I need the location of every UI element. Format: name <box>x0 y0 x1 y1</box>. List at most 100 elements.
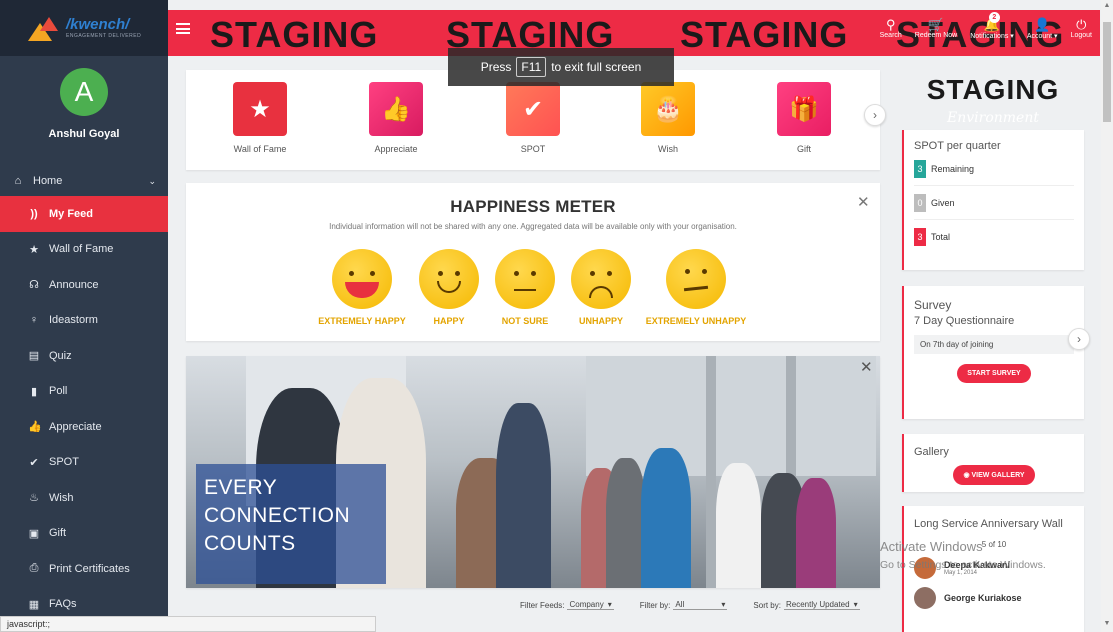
logout-label: Logout <box>1070 32 1092 39</box>
sidebar-item-my-feed[interactable]: )) My Feed <box>0 196 168 232</box>
sidebar-item-label: Gift <box>49 527 67 540</box>
sidebar-item-appreciate[interactable]: 👍 Appreciate <box>0 409 168 445</box>
caret-down-icon: ▾ <box>721 600 726 609</box>
quick-action-wish[interactable]: 🎂 Wish <box>618 82 718 154</box>
account-button[interactable]: 👤 Account ▾ <box>1027 18 1058 41</box>
gift-icon: ▣ <box>28 527 40 540</box>
face-label: UNHAPPY <box>578 316 623 326</box>
user-name[interactable]: Anshul Goyal <box>49 128 120 140</box>
fullscreen-toast: Press F11 to exit full screen <box>448 48 674 86</box>
sidebar-item-label: Home <box>33 175 63 187</box>
rss-icon: )) <box>30 207 38 220</box>
quick-action-label: Wall of Fame <box>233 144 287 154</box>
brand-name: /kwench/ <box>66 16 130 33</box>
filter-feeds: Filter Feeds: Company ▾ <box>520 600 614 610</box>
chevron-right-icon[interactable]: › <box>864 104 886 126</box>
spot-row-label: Given <box>931 197 955 208</box>
megaphone-icon: ☊ <box>29 279 39 292</box>
list-item[interactable]: George Kuriakose <box>914 587 1074 609</box>
scrollbar[interactable]: ▲ ▼ <box>1101 0 1113 632</box>
notifications-button[interactable]: 2 🔔 Notifications ▾ <box>970 12 1014 40</box>
filter-by: Filter by: All ▾ <box>640 600 728 610</box>
long-service-title: Long Service Anniversary Wall <box>914 518 1063 530</box>
search-button[interactable]: ⚲ Search <box>880 18 902 40</box>
staging-label: STAGING <box>680 14 849 55</box>
avatar <box>914 587 936 609</box>
brand-tagline: ENGAGEMENT DELIVERED <box>66 33 142 39</box>
sidebar-item-quiz[interactable]: ▤ Quiz <box>0 338 168 374</box>
quick-action-label: Appreciate <box>374 144 418 154</box>
face-label: NOT SURE <box>501 316 549 326</box>
staging-title: STAGING <box>926 74 1060 105</box>
filter-feeds-select[interactable]: Company ▾ <box>567 600 614 610</box>
gallery-title: Gallery <box>914 446 949 458</box>
logout-button[interactable]: ⏻ Logout <box>1071 18 1092 40</box>
sidebar-item-label: Quiz <box>49 349 72 362</box>
spot-per-quarter-card: SPOT per quarter 3 Remaining 0 Given 3 T… <box>902 130 1084 270</box>
face-unhappy[interactable]: UNHAPPY <box>546 249 656 326</box>
spot-count-badge: 3 <box>914 228 926 246</box>
sidebar-item-gift[interactable]: ▣ Gift <box>0 516 168 552</box>
sidebar-item-poll[interactable]: ▮ Poll <box>0 374 168 410</box>
scroll-down-icon[interactable]: ▼ <box>1101 620 1113 627</box>
view-gallery-button[interactable]: ◉ VIEW GALLERY <box>953 465 1035 485</box>
search-icon: ⚲ <box>885 17 896 32</box>
filter-by-select[interactable]: All ▾ <box>673 600 728 610</box>
sort-by: Sort by: Recently Updated ▾ <box>753 600 860 610</box>
scrollbar-thumb[interactable] <box>1103 22 1111 122</box>
happiness-subtitle: Individual information will not be share… <box>329 222 737 231</box>
sidebar-item-label: FAQs <box>49 598 77 611</box>
sidebar-item-ideastorm[interactable]: ♀ Ideastorm <box>0 303 168 339</box>
printer-icon: ⎙ <box>29 562 39 575</box>
redeem-now-button[interactable]: 🛒 Redeem Now <box>915 18 957 40</box>
sidebar-item-label: Print Certificates <box>49 562 130 575</box>
sidebar-item-print-certificates[interactable]: ⎙ Print Certificates <box>0 551 168 587</box>
gallery-card: Gallery ◉ VIEW GALLERY <box>902 434 1084 492</box>
profile: A Anshul Goyal <box>0 56 168 166</box>
feed-filters: Filter Feeds: Company ▾ Filter by: All ▾ S… <box>520 600 860 610</box>
sidebar-item-home[interactable]: ⌂ Home ⌄ <box>0 166 168 196</box>
sidebar-item-label: Poll <box>49 385 68 398</box>
caret-down-icon: ▾ <box>853 600 858 609</box>
staging-environment-badge: STAGING Environment <box>900 74 1086 126</box>
notification-badge: 2 <box>988 12 1000 23</box>
filter-by-label: Filter by: <box>639 600 671 610</box>
caret-down-icon: ▾ <box>607 600 612 609</box>
spot-remaining: 3 Remaining <box>914 152 1074 186</box>
sidebar-item-announce[interactable]: ☊ Announce <box>0 267 168 303</box>
staging-label: STAGING <box>210 14 379 55</box>
spot-title: SPOT per quarter <box>914 140 1001 152</box>
power-icon: ⏻ <box>1076 17 1087 32</box>
quick-action-appreciate[interactable]: 👍 Appreciate <box>346 82 446 154</box>
view-gallery-label: VIEW GALLERY <box>971 472 1025 479</box>
quick-action-gift[interactable]: 🎁 Gift <box>754 82 854 154</box>
sidebar-item-label: Appreciate <box>49 420 102 433</box>
select-value: Recently Updated <box>785 600 850 609</box>
thumbs-up-icon: 👍 <box>28 421 42 434</box>
toast-key: F11 <box>516 57 547 77</box>
happiness-title: HAPPINESS METER <box>450 197 616 216</box>
sidebar-item-wish[interactable]: ♨ Wish <box>0 480 168 516</box>
hamburger-menu-icon[interactable] <box>176 23 190 34</box>
close-icon[interactable]: ✕ <box>860 360 873 375</box>
sidebar-item-wall-of-fame[interactable]: ★ Wall of Fame <box>0 232 168 268</box>
gift-icon: 🎁 <box>777 82 831 136</box>
person-name: George Kuriakose <box>944 593 1022 603</box>
close-icon[interactable]: ✕ <box>857 195 870 210</box>
avatar[interactable]: A <box>60 68 108 116</box>
start-survey-button[interactable]: START SURVEY <box>957 364 1031 383</box>
quick-action-wall-of-fame[interactable]: ★ Wall of Fame <box>210 82 310 154</box>
sort-by-select[interactable]: Recently Updated ▾ <box>783 600 860 610</box>
spot-row-label: Total <box>931 232 951 242</box>
kwench-logo-icon <box>28 15 58 41</box>
sidebar-item-spot[interactable]: ✔ SPOT <box>0 445 168 481</box>
top-actions: ⚲ Search 🛒 Redeem Now 2 🔔 Notifications … <box>880 12 1092 41</box>
logo[interactable]: /kwench/ ENGAGEMENT DELIVERED <box>0 0 168 56</box>
face-extremely-unhappy[interactable]: EXTREMELY UNHAPPY <box>641 249 751 326</box>
tagline-line: EVERY <box>204 476 278 499</box>
chevron-right-icon[interactable]: › <box>1068 328 1090 350</box>
scroll-up-icon[interactable]: ▲ <box>1101 2 1113 9</box>
notifications-label: Notifications ▾ <box>970 33 1014 40</box>
sidebar-item-label: Wish <box>49 491 74 504</box>
quick-action-spot[interactable]: ✔ SPOT <box>483 82 583 154</box>
